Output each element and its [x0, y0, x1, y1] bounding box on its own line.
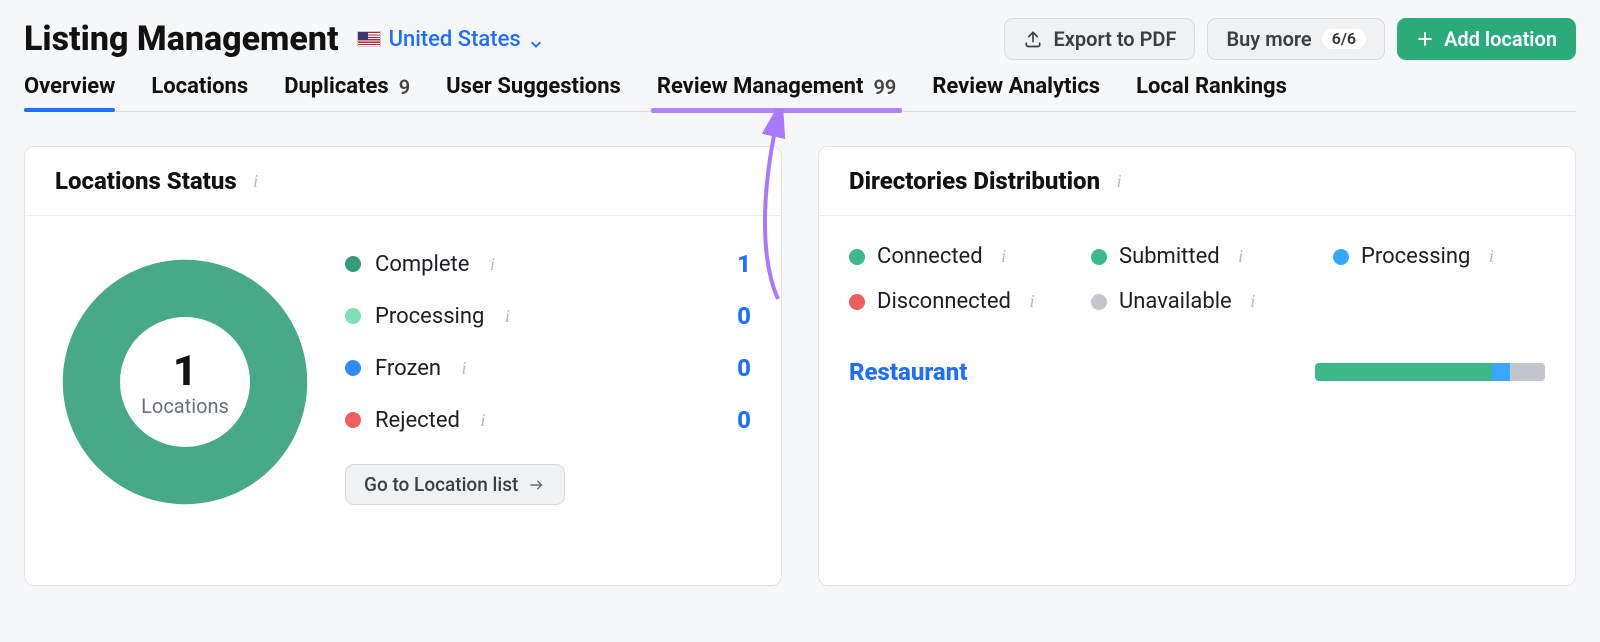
arrow-right-icon — [528, 476, 546, 494]
bar-segment-unavailable — [1510, 363, 1545, 381]
status-name: Rejected — [375, 408, 460, 433]
status-value: 0 — [737, 354, 751, 382]
info-icon[interactable]: i — [1110, 172, 1128, 190]
locations-status-card: Locations Status i 1 Locations Com — [24, 146, 782, 586]
legend-unavailable: Unavailable i — [1091, 289, 1303, 314]
tab-badge: 9 — [399, 75, 410, 99]
info-icon[interactable]: i — [995, 248, 1013, 266]
info-icon[interactable]: i — [1023, 293, 1041, 311]
info-icon[interactable]: i — [1232, 248, 1250, 266]
status-value: 0 — [737, 406, 751, 434]
status-name: Complete — [375, 252, 469, 277]
tab-local-rankings[interactable]: Local Rankings — [1136, 70, 1287, 111]
tab-label: Overview — [24, 74, 115, 99]
legend-processing: Processing i — [1333, 244, 1545, 269]
legend-dot — [1091, 294, 1107, 310]
status-dot — [345, 360, 361, 376]
info-icon[interactable]: i — [1482, 248, 1500, 266]
legend-label: Unavailable — [1119, 289, 1232, 314]
status-row-processing: Processing i 0 — [345, 302, 751, 330]
export-icon — [1023, 29, 1043, 49]
plus-icon — [1416, 30, 1434, 48]
legend-dot — [1333, 249, 1349, 265]
country-name: United States — [389, 27, 521, 52]
info-icon[interactable]: i — [1244, 293, 1262, 311]
buy-more-label: Buy more — [1226, 29, 1311, 49]
info-icon[interactable]: i — [483, 255, 501, 273]
tab-duplicates[interactable]: Duplicates 9 — [284, 70, 410, 111]
directories-title: Directories Distribution — [849, 167, 1100, 195]
export-pdf-label: Export to PDF — [1053, 29, 1176, 49]
tab-review-management[interactable]: Review Management 99 — [657, 70, 896, 111]
status-dot — [345, 256, 361, 272]
locations-status-title: Locations Status — [55, 167, 237, 195]
tab-overview[interactable]: Overview — [24, 70, 115, 111]
donut-center-value: 1 — [173, 347, 197, 396]
distribution-bar — [1315, 363, 1545, 381]
directories-distribution-card: Directories Distribution i Connected i S… — [818, 146, 1576, 586]
donut-center-label: Locations — [141, 394, 229, 418]
legend-connected: Connected i — [849, 244, 1061, 269]
locations-donut-chart: 1 Locations — [55, 252, 315, 512]
bar-segment-processing — [1492, 363, 1510, 381]
tab-label: Duplicates — [284, 74, 389, 99]
tab-label: User Suggestions — [446, 74, 621, 99]
tab-label: Review Management — [657, 74, 864, 99]
status-name: Frozen — [375, 356, 441, 381]
tab-badge: 99 — [873, 75, 896, 99]
us-flag-icon — [357, 31, 381, 47]
go-to-location-list-label: Go to Location list — [364, 475, 518, 494]
tab-user-suggestions[interactable]: User Suggestions — [446, 70, 621, 111]
info-icon[interactable]: i — [474, 411, 492, 429]
tab-locations[interactable]: Locations — [151, 70, 248, 111]
country-picker[interactable]: United States — [357, 27, 543, 52]
status-row-rejected: Rejected i 0 — [345, 406, 751, 434]
legend-label: Processing — [1361, 244, 1470, 269]
buy-more-button[interactable]: Buy more 6/6 — [1207, 18, 1385, 60]
legend-label: Submitted — [1119, 244, 1220, 269]
tab-label: Local Rankings — [1136, 74, 1287, 99]
bar-segment-connected — [1315, 363, 1492, 381]
legend-dot — [849, 294, 865, 310]
status-dot — [345, 308, 361, 324]
legend-submitted: Submitted i — [1091, 244, 1303, 269]
status-dot — [345, 412, 361, 428]
info-icon[interactable]: i — [247, 172, 265, 190]
status-value: 0 — [737, 302, 751, 330]
info-icon[interactable]: i — [455, 359, 473, 377]
add-location-button[interactable]: Add location — [1397, 18, 1576, 60]
info-icon[interactable]: i — [498, 307, 516, 325]
page-title: Listing Management — [24, 19, 339, 59]
add-location-label: Add location — [1444, 29, 1557, 49]
export-pdf-button[interactable]: Export to PDF — [1004, 18, 1195, 60]
status-row-frozen: Frozen i 0 — [345, 354, 751, 382]
go-to-location-list-button[interactable]: Go to Location list — [345, 464, 565, 505]
status-value: 1 — [737, 250, 751, 278]
status-row-complete: Complete i 1 — [345, 250, 751, 278]
buy-more-badge: 6/6 — [1322, 29, 1366, 49]
legend-label: Connected — [877, 244, 983, 269]
chevron-down-icon — [529, 32, 543, 46]
legend-disconnected: Disconnected i — [849, 289, 1061, 314]
entity-link-restaurant[interactable]: Restaurant — [849, 358, 967, 386]
tab-label: Review Analytics — [932, 74, 1100, 99]
legend-dot — [849, 249, 865, 265]
legend-label: Disconnected — [877, 289, 1011, 314]
status-name: Processing — [375, 304, 484, 329]
tab-review-analytics[interactable]: Review Analytics — [932, 70, 1100, 111]
legend-dot — [1091, 249, 1107, 265]
tabs-nav: Overview Locations Duplicates 9 User Sug… — [24, 70, 1576, 112]
directories-legend: Connected i Submitted i Processing i — [849, 244, 1545, 314]
tab-label: Locations — [151, 74, 248, 99]
